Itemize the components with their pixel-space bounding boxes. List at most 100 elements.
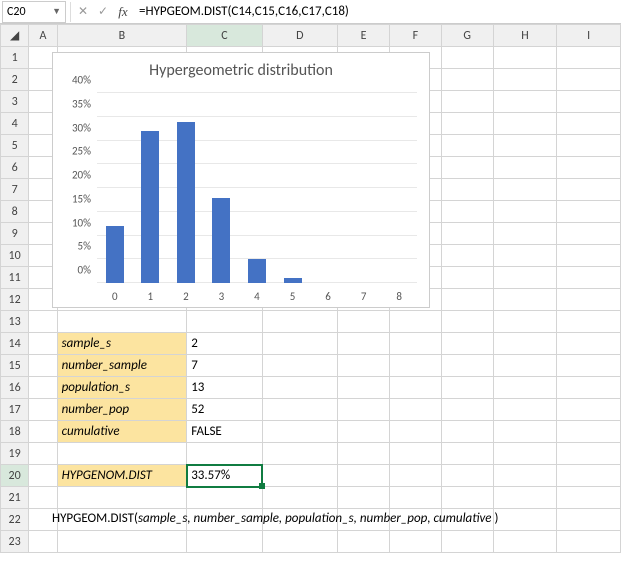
- row-header-4[interactable]: 4: [1, 113, 29, 135]
- cell[interactable]: [557, 355, 621, 377]
- cell[interactable]: [557, 223, 621, 245]
- cell[interactable]: [557, 113, 621, 135]
- cell[interactable]: [557, 465, 621, 487]
- cell[interactable]: number_pop: [57, 399, 187, 421]
- cell[interactable]: [557, 377, 621, 399]
- cell[interactable]: [441, 487, 493, 509]
- cell[interactable]: [338, 355, 390, 377]
- cell[interactable]: [57, 487, 187, 509]
- active-cell[interactable]: 33.57%: [187, 465, 262, 487]
- fx-button[interactable]: fx: [113, 2, 133, 22]
- cell[interactable]: [493, 91, 557, 113]
- cell[interactable]: [441, 289, 493, 311]
- cell[interactable]: [557, 47, 621, 69]
- cell[interactable]: [262, 487, 337, 509]
- cell[interactable]: [262, 377, 337, 399]
- cell[interactable]: [187, 311, 262, 333]
- cell[interactable]: 2: [187, 333, 262, 355]
- cell[interactable]: [557, 531, 621, 553]
- cell[interactable]: [441, 267, 493, 289]
- row-header-18[interactable]: 18: [1, 421, 29, 443]
- cell[interactable]: [57, 531, 187, 553]
- row-header-23[interactable]: 23: [1, 531, 29, 553]
- cell[interactable]: [338, 443, 390, 465]
- cell[interactable]: [338, 311, 390, 333]
- cell[interactable]: [262, 509, 337, 531]
- cell[interactable]: [493, 465, 557, 487]
- cell[interactable]: [493, 355, 557, 377]
- cell[interactable]: [493, 289, 557, 311]
- cell[interactable]: [557, 157, 621, 179]
- col-header-C[interactable]: C: [187, 25, 262, 47]
- cell[interactable]: [493, 179, 557, 201]
- cell[interactable]: [57, 443, 187, 465]
- cell[interactable]: [493, 531, 557, 553]
- cell[interactable]: [557, 289, 621, 311]
- cell[interactable]: [557, 69, 621, 91]
- cell[interactable]: [29, 443, 57, 465]
- cell[interactable]: [557, 399, 621, 421]
- cell[interactable]: [557, 201, 621, 223]
- cell[interactable]: [441, 245, 493, 267]
- cell[interactable]: FALSE: [187, 421, 262, 443]
- cell[interactable]: [262, 531, 337, 553]
- select-all-corner[interactable]: ◢: [1, 25, 29, 47]
- row-header-22[interactable]: 22: [1, 509, 29, 531]
- name-box-dropdown-icon[interactable]: ▼: [52, 6, 61, 17]
- row-header-2[interactable]: 2: [1, 69, 29, 91]
- cell[interactable]: [557, 311, 621, 333]
- cell[interactable]: [441, 47, 493, 69]
- row-header-13[interactable]: 13: [1, 311, 29, 333]
- cell[interactable]: [262, 399, 337, 421]
- cell[interactable]: [493, 333, 557, 355]
- cell[interactable]: [557, 421, 621, 443]
- cell[interactable]: [389, 487, 441, 509]
- cell[interactable]: [338, 333, 390, 355]
- cell[interactable]: [389, 443, 441, 465]
- cell[interactable]: [262, 465, 337, 487]
- row-header-8[interactable]: 8: [1, 201, 29, 223]
- cell[interactable]: [493, 69, 557, 91]
- cell[interactable]: [493, 421, 557, 443]
- cell[interactable]: [441, 223, 493, 245]
- cell[interactable]: [441, 179, 493, 201]
- cell[interactable]: [557, 487, 621, 509]
- cell[interactable]: [493, 223, 557, 245]
- cell[interactable]: [29, 311, 57, 333]
- cell[interactable]: [441, 157, 493, 179]
- row-header-15[interactable]: 15: [1, 355, 29, 377]
- cell[interactable]: [389, 377, 441, 399]
- formula-input[interactable]: [133, 1, 621, 23]
- row-header-6[interactable]: 6: [1, 157, 29, 179]
- cell[interactable]: [338, 531, 390, 553]
- cell[interactable]: population_s: [57, 377, 187, 399]
- row-header-10[interactable]: 10: [1, 245, 29, 267]
- chart[interactable]: Hypergeometric distribution 0%5%10%15%20…: [52, 52, 430, 308]
- cell[interactable]: number_sample: [57, 355, 187, 377]
- cell[interactable]: [389, 333, 441, 355]
- col-header-A[interactable]: A: [29, 25, 57, 47]
- cell[interactable]: [338, 377, 390, 399]
- row-header-17[interactable]: 17: [1, 399, 29, 421]
- cell[interactable]: [389, 311, 441, 333]
- cell[interactable]: sample_s: [57, 333, 187, 355]
- cell[interactable]: [262, 443, 337, 465]
- col-header-B[interactable]: B: [57, 25, 187, 47]
- col-header-D[interactable]: D: [262, 25, 337, 47]
- cell[interactable]: HYPGENOM.DIST: [57, 465, 187, 487]
- cell[interactable]: [557, 91, 621, 113]
- row-header-20[interactable]: 20: [1, 465, 29, 487]
- col-header-I[interactable]: I: [557, 25, 621, 47]
- cell[interactable]: [29, 509, 57, 531]
- cell[interactable]: [493, 267, 557, 289]
- cell[interactable]: [29, 377, 57, 399]
- row-header-19[interactable]: 19: [1, 443, 29, 465]
- cell[interactable]: [29, 333, 57, 355]
- cell[interactable]: 52: [187, 399, 262, 421]
- cell[interactable]: [441, 113, 493, 135]
- row-header-11[interactable]: 11: [1, 267, 29, 289]
- col-header-H[interactable]: H: [493, 25, 557, 47]
- cell[interactable]: [441, 465, 493, 487]
- row-header-1[interactable]: 1: [1, 47, 29, 69]
- cell[interactable]: [493, 443, 557, 465]
